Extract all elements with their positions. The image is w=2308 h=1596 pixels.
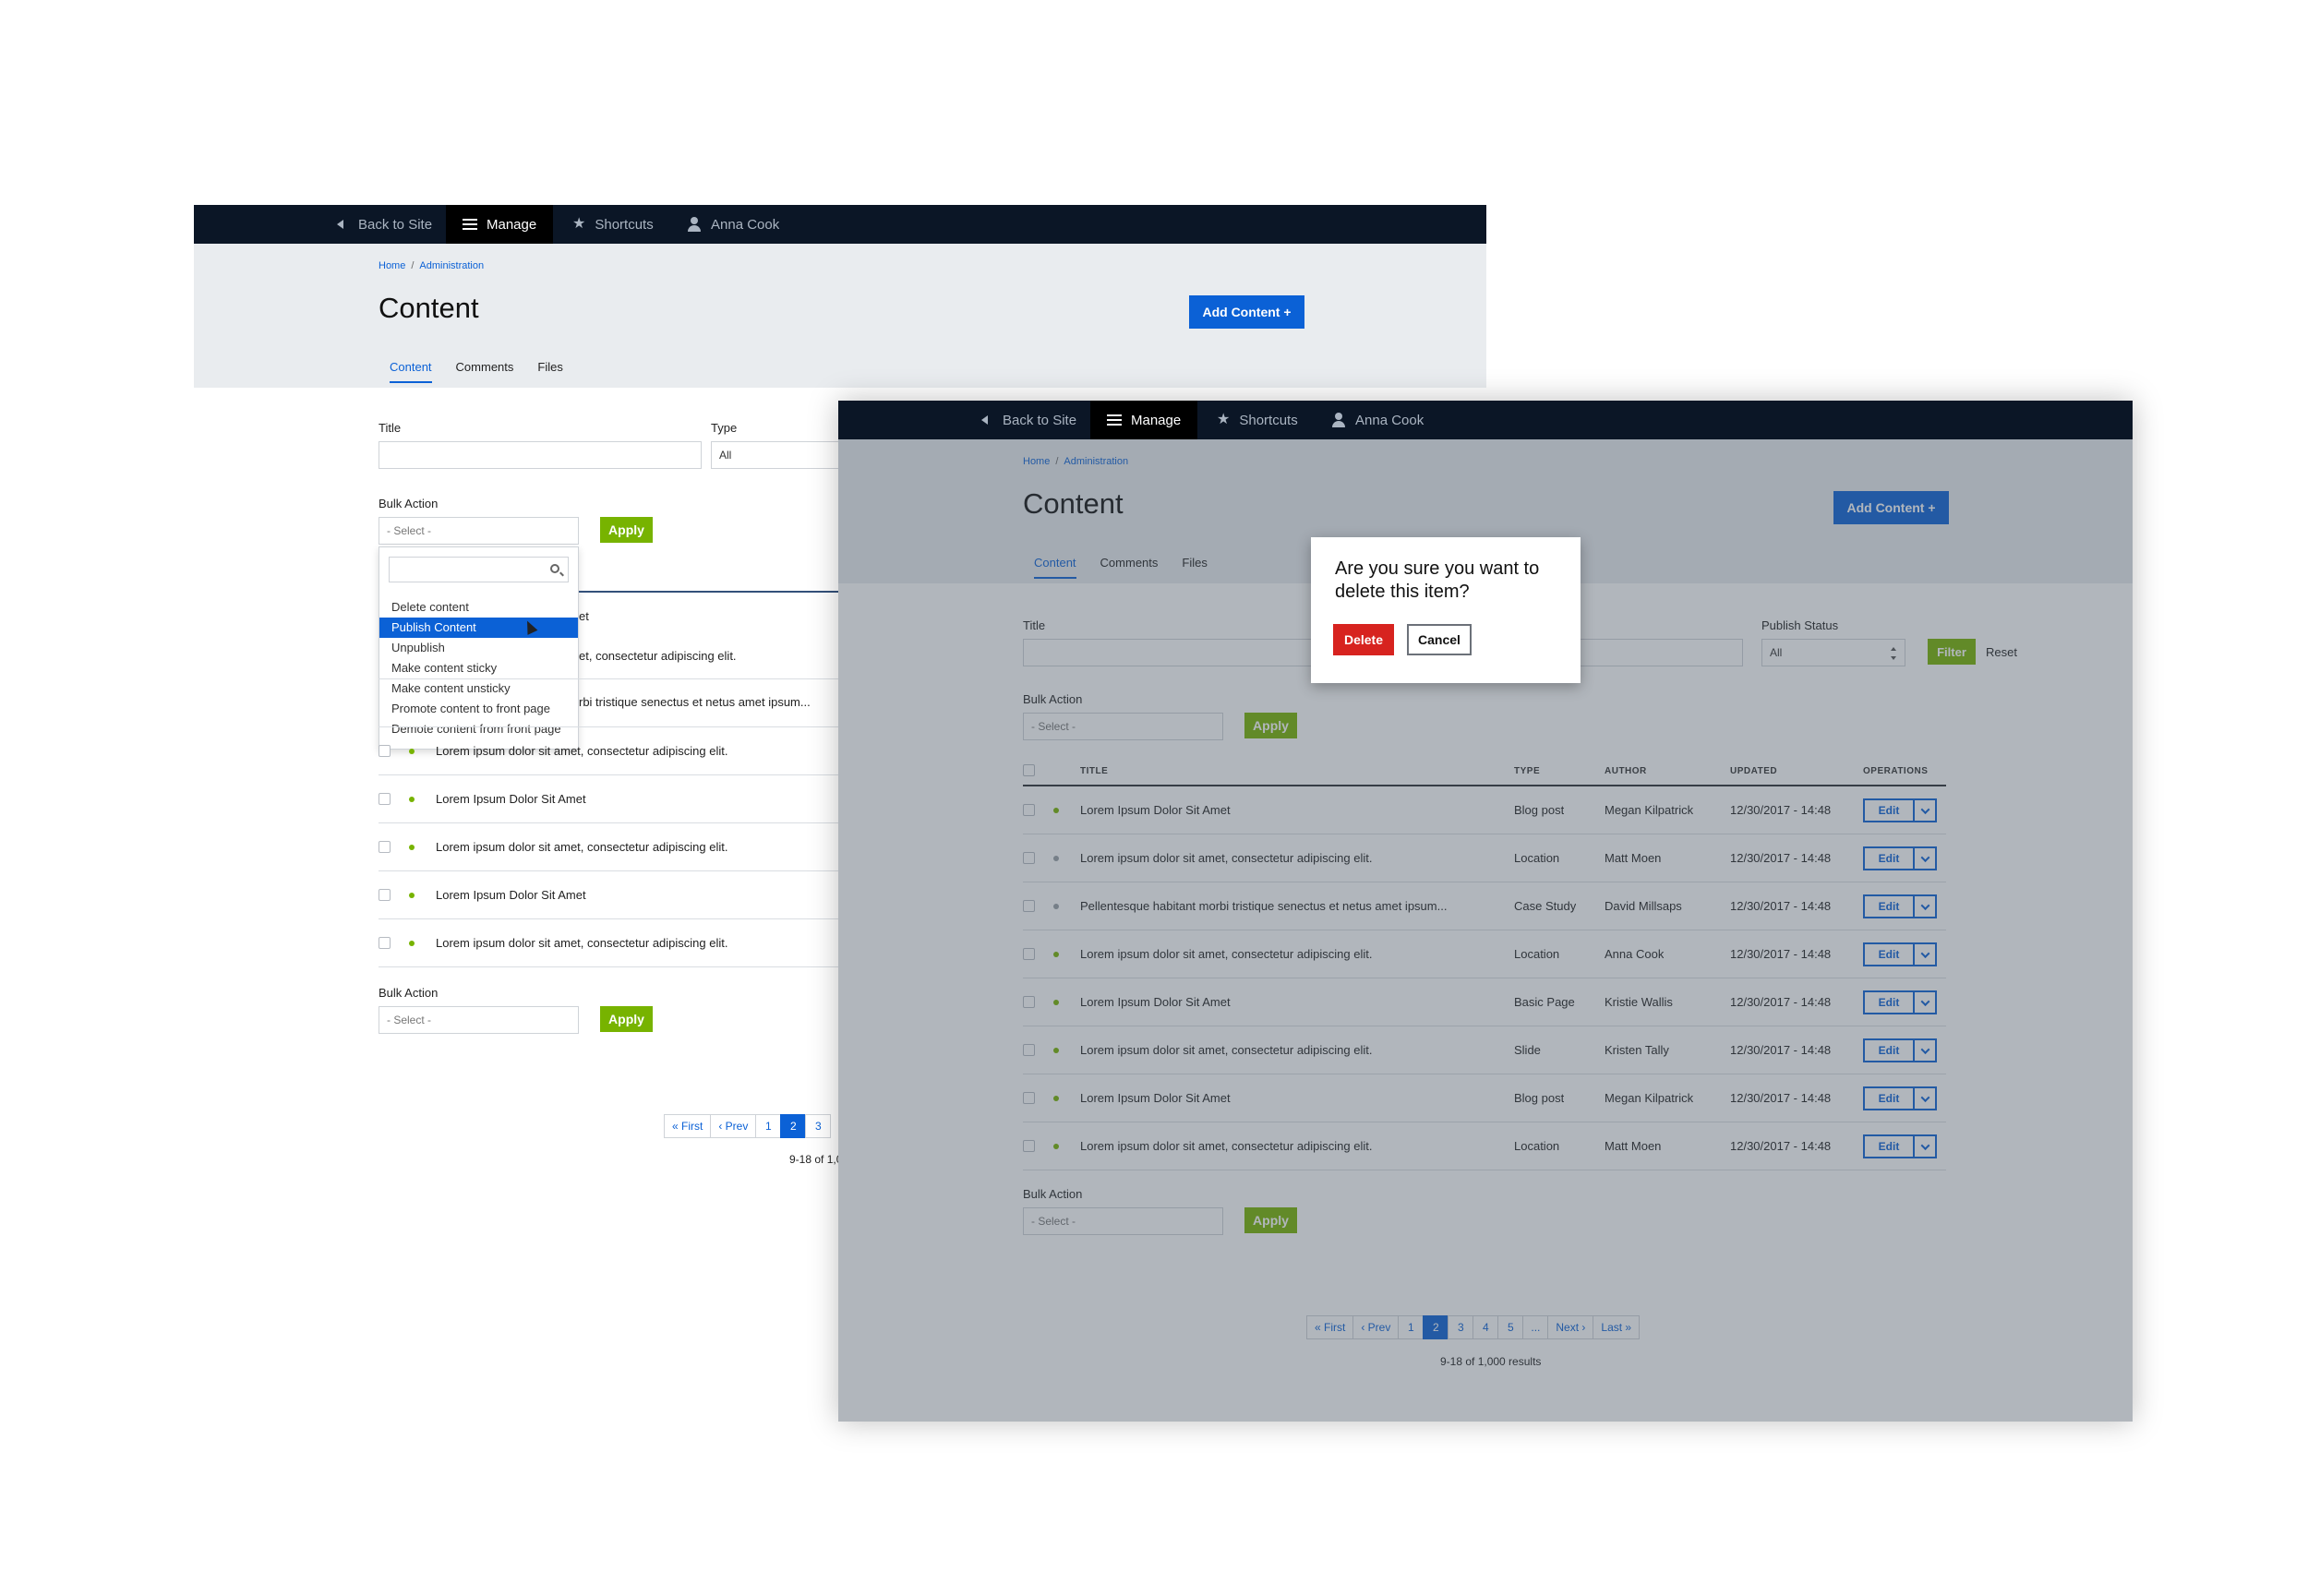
add-content-button[interactable]: Add Content + bbox=[1189, 295, 1304, 329]
user-menu[interactable]: Anna Cook bbox=[687, 205, 779, 244]
tabs: Content Comments Files bbox=[390, 360, 563, 383]
status-dot bbox=[409, 893, 415, 898]
dialog-question: Are you sure you want to delete this ite… bbox=[1335, 558, 1540, 602]
row-checkbox[interactable] bbox=[379, 745, 391, 757]
front-screen: Back to Site Manage ★ Shortcuts Anna Coo… bbox=[838, 401, 2133, 1422]
back-to-site-link[interactable]: Back to Site bbox=[334, 205, 432, 244]
user-menu[interactable]: Anna Cook bbox=[1331, 401, 1424, 439]
column-header-fragment: et bbox=[579, 609, 589, 623]
breadcrumb: Home / Administration bbox=[379, 260, 485, 271]
bulk-action-select[interactable]: - Select - bbox=[379, 517, 579, 545]
page-1[interactable]: 1 bbox=[755, 1114, 782, 1138]
user-icon bbox=[687, 217, 702, 232]
apply-button[interactable]: Apply bbox=[600, 517, 653, 543]
shortcuts-link[interactable]: ★ Shortcuts bbox=[1217, 401, 1298, 439]
page-prev[interactable]: ‹ Prev bbox=[710, 1114, 757, 1138]
row-checkbox[interactable] bbox=[379, 889, 391, 901]
star-icon: ★ bbox=[572, 216, 586, 232]
apply-button-bottom[interactable]: Apply bbox=[600, 1006, 653, 1032]
manage-menu[interactable]: Manage bbox=[446, 205, 554, 244]
manage-menu[interactable]: Manage bbox=[1090, 401, 1198, 439]
breadcrumb-home[interactable]: Home bbox=[379, 260, 405, 271]
shortcuts-link[interactable]: ★ Shortcuts bbox=[572, 205, 654, 244]
page-3[interactable]: 3 bbox=[805, 1114, 832, 1138]
back-to-site-link[interactable]: Back to Site bbox=[979, 401, 1076, 439]
page-header: Home / Administration Content Add Content … bbox=[194, 244, 1486, 388]
tab-comments[interactable]: Comments bbox=[456, 360, 514, 383]
type-select[interactable]: All bbox=[711, 441, 859, 469]
title-label: Title bbox=[379, 421, 402, 435]
pagination: « First ‹ Prev 1 2 3 bbox=[664, 1114, 832, 1138]
admin-toolbar: Back to Site Manage ★ Shortcuts Anna Coo… bbox=[838, 401, 2133, 439]
delete-confirm-dialog: Are you sure you want to delete this ite… bbox=[1311, 537, 1581, 683]
row-checkbox[interactable] bbox=[379, 841, 391, 853]
status-dot bbox=[409, 797, 415, 802]
status-dot bbox=[409, 845, 415, 850]
bulk-action-label-bottom: Bulk Action bbox=[379, 986, 439, 1000]
row-checkbox[interactable] bbox=[379, 937, 391, 949]
page-first[interactable]: « First bbox=[664, 1114, 712, 1138]
page-title: Content bbox=[379, 292, 479, 324]
hamburger-icon bbox=[1107, 413, 1122, 427]
dropdown-search-input[interactable] bbox=[389, 557, 569, 582]
bulk-action-label: Bulk Action bbox=[379, 497, 439, 510]
tab-content[interactable]: Content bbox=[390, 360, 432, 383]
tab-files[interactable]: Files bbox=[537, 360, 562, 383]
cancel-button[interactable]: Cancel bbox=[1407, 624, 1472, 655]
search-icon bbox=[550, 564, 559, 573]
row-checkbox[interactable] bbox=[379, 793, 391, 805]
bulk-action-select-bottom[interactable]: - Select - bbox=[379, 1006, 579, 1034]
back-arrow-icon bbox=[979, 413, 993, 427]
results-count: 9-18 of 1,0 bbox=[789, 1153, 843, 1166]
back-arrow-icon bbox=[334, 217, 349, 232]
breadcrumb-admin[interactable]: Administration bbox=[419, 260, 484, 271]
option-delete-content[interactable]: Delete content bbox=[379, 597, 578, 618]
status-dot bbox=[409, 749, 415, 754]
type-label: Type bbox=[711, 421, 738, 435]
star-icon: ★ bbox=[1217, 412, 1231, 427]
delete-button[interactable]: Delete bbox=[1333, 624, 1394, 655]
status-dot bbox=[409, 941, 415, 946]
hamburger-icon bbox=[463, 217, 477, 232]
admin-toolbar: Back to Site Manage ★ Shortcuts Anna Coo… bbox=[194, 205, 1486, 244]
title-input[interactable] bbox=[379, 441, 702, 469]
user-icon bbox=[1331, 413, 1346, 427]
page-2[interactable]: 2 bbox=[780, 1114, 807, 1138]
